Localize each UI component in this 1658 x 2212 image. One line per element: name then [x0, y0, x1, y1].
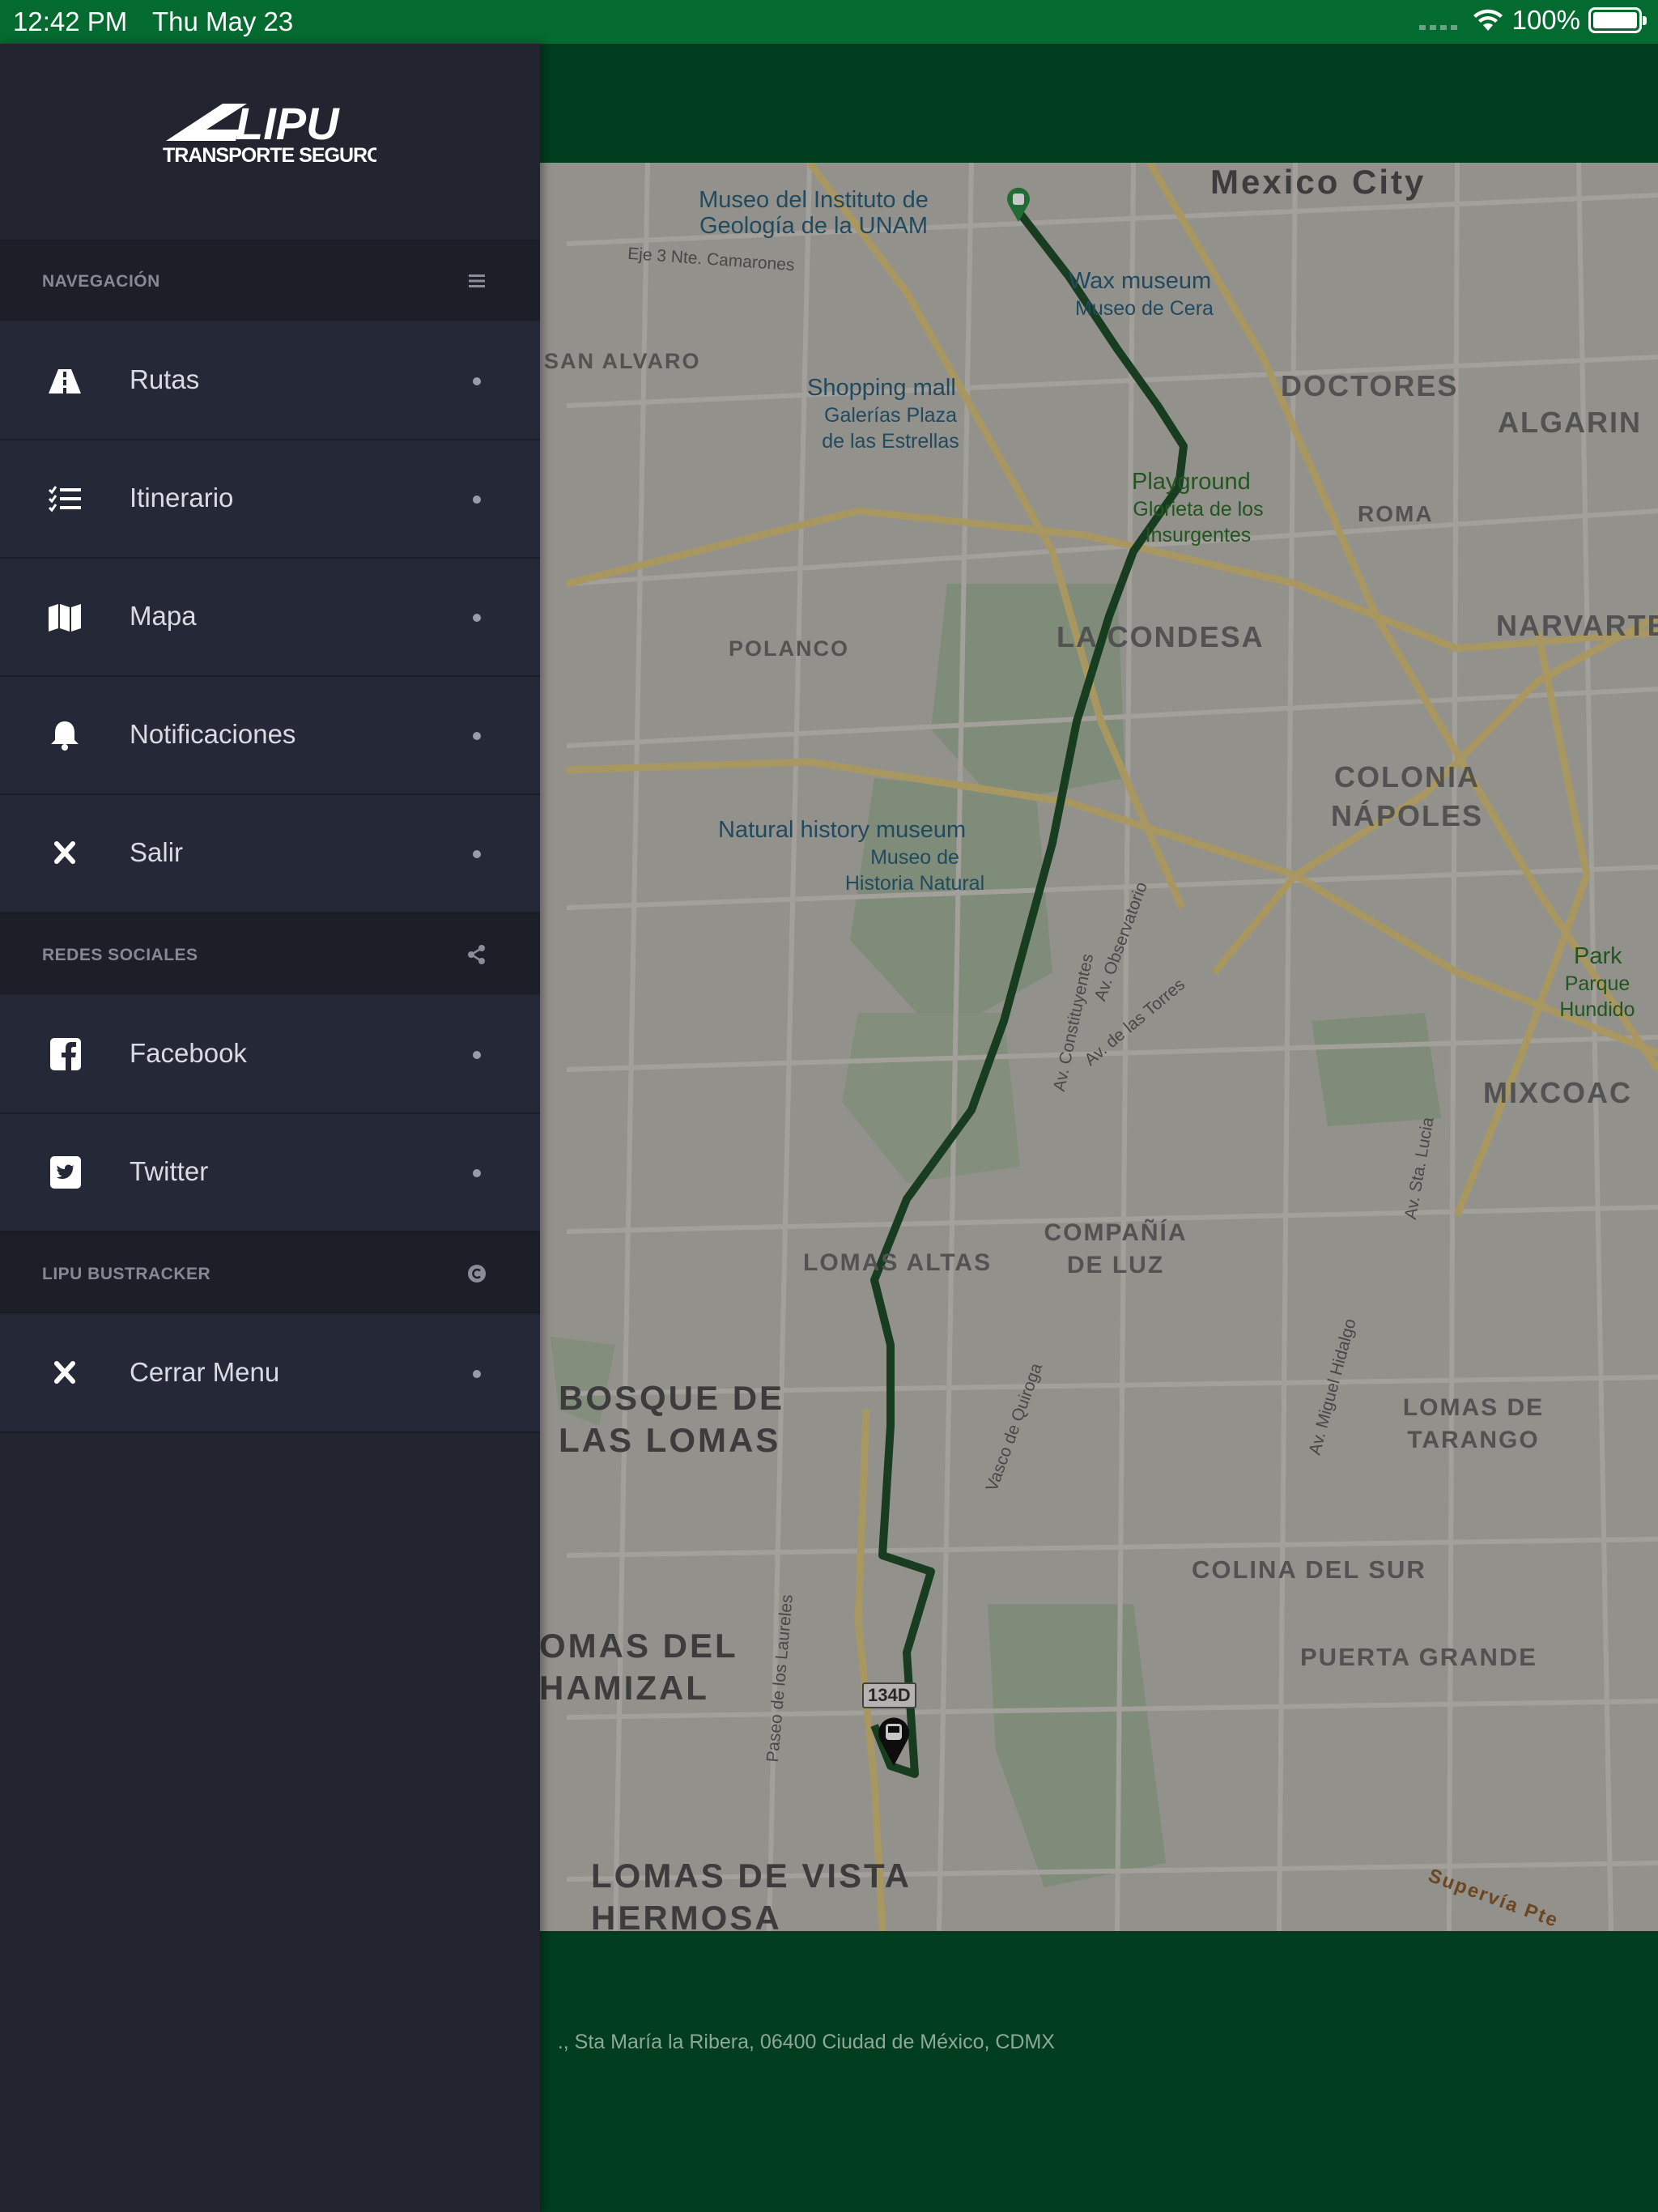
navigation-drawer: LIPU TRANSPORTE SEGURO NAVEGACIÓN Rutas …: [0, 44, 540, 2212]
svg-text:TRANSPORTE SEGURO: TRANSPORTE SEGURO: [163, 144, 376, 165]
section-navegacion: NAVEGACIÓN: [0, 240, 540, 321]
signal-icon: [1418, 11, 1457, 30]
menu-item-label: Notificaciones: [130, 719, 296, 749]
menu-item-salir[interactable]: Salir: [0, 795, 540, 913]
menu-item-mapa[interactable]: Mapa: [0, 559, 540, 677]
menu-item-label: Salir: [130, 837, 184, 867]
menu-item-rutas[interactable]: Rutas: [0, 322, 540, 440]
section-title: REDES SOCIALES: [42, 946, 198, 964]
menu-item-dot: [473, 377, 481, 385]
menu-item-dot: [473, 850, 481, 858]
menu-item-notificaciones[interactable]: Notificaciones: [0, 677, 540, 795]
svg-text:LIPU: LIPU: [236, 98, 340, 149]
menu-item-dot: [473, 1169, 481, 1177]
battery-percent: 100%: [1511, 5, 1580, 35]
close-icon: [54, 841, 75, 864]
menu-item-label: Itinerario: [130, 483, 234, 513]
menu-item-label: Twitter: [130, 1156, 209, 1186]
menu-item-dot: [473, 732, 481, 740]
bell-icon: [51, 721, 79, 751]
checklist-icon: [48, 486, 81, 513]
menu-item-label: Rutas: [130, 364, 200, 394]
menu-item-cerrar-menu[interactable]: Cerrar Menu: [0, 1315, 540, 1433]
lipu-logo: LIPU TRANSPORTE SEGURO: [163, 98, 376, 165]
share-icon: [468, 945, 485, 964]
list-icon: [469, 274, 485, 287]
menu-item-itinerario[interactable]: Itinerario: [0, 440, 540, 559]
menu-item-facebook[interactable]: Facebook: [0, 996, 540, 1114]
status-date: Thu May 23: [152, 6, 294, 36]
menu-item-twitter[interactable]: Twitter: [0, 1114, 540, 1232]
section-redes-sociales: REDES SOCIALES: [0, 913, 540, 994]
menu-item-label: Cerrar Menu: [130, 1357, 280, 1387]
section-lipu-bustracker: LIPU BUSTRACKER: [0, 1232, 540, 1313]
menu-item-dot: [473, 614, 481, 622]
menu-item-dot: [473, 496, 481, 504]
menu-item-label: Mapa: [130, 601, 197, 631]
status-time: 12:42 PM: [13, 6, 128, 36]
menu-item-label: Facebook: [130, 1038, 247, 1068]
status-right: 100%: [1418, 5, 1647, 36]
section-title: NAVEGACIÓN: [42, 272, 160, 291]
road-icon: [49, 369, 81, 393]
close-icon: [54, 1361, 75, 1384]
section-title: LIPU BUSTRACKER: [42, 1265, 211, 1283]
menu-item-dot: [473, 1051, 481, 1059]
copyright-icon: [468, 1265, 486, 1283]
map-icon: [49, 604, 81, 632]
status-bar: 12:42 PM Thu May 23 100%: [0, 0, 1658, 44]
wifi-icon: [1473, 9, 1503, 31]
facebook-icon: [50, 1038, 81, 1070]
twitter-icon: [50, 1156, 81, 1189]
battery-icon: [1588, 7, 1647, 33]
menu-item-dot: [473, 1370, 481, 1378]
